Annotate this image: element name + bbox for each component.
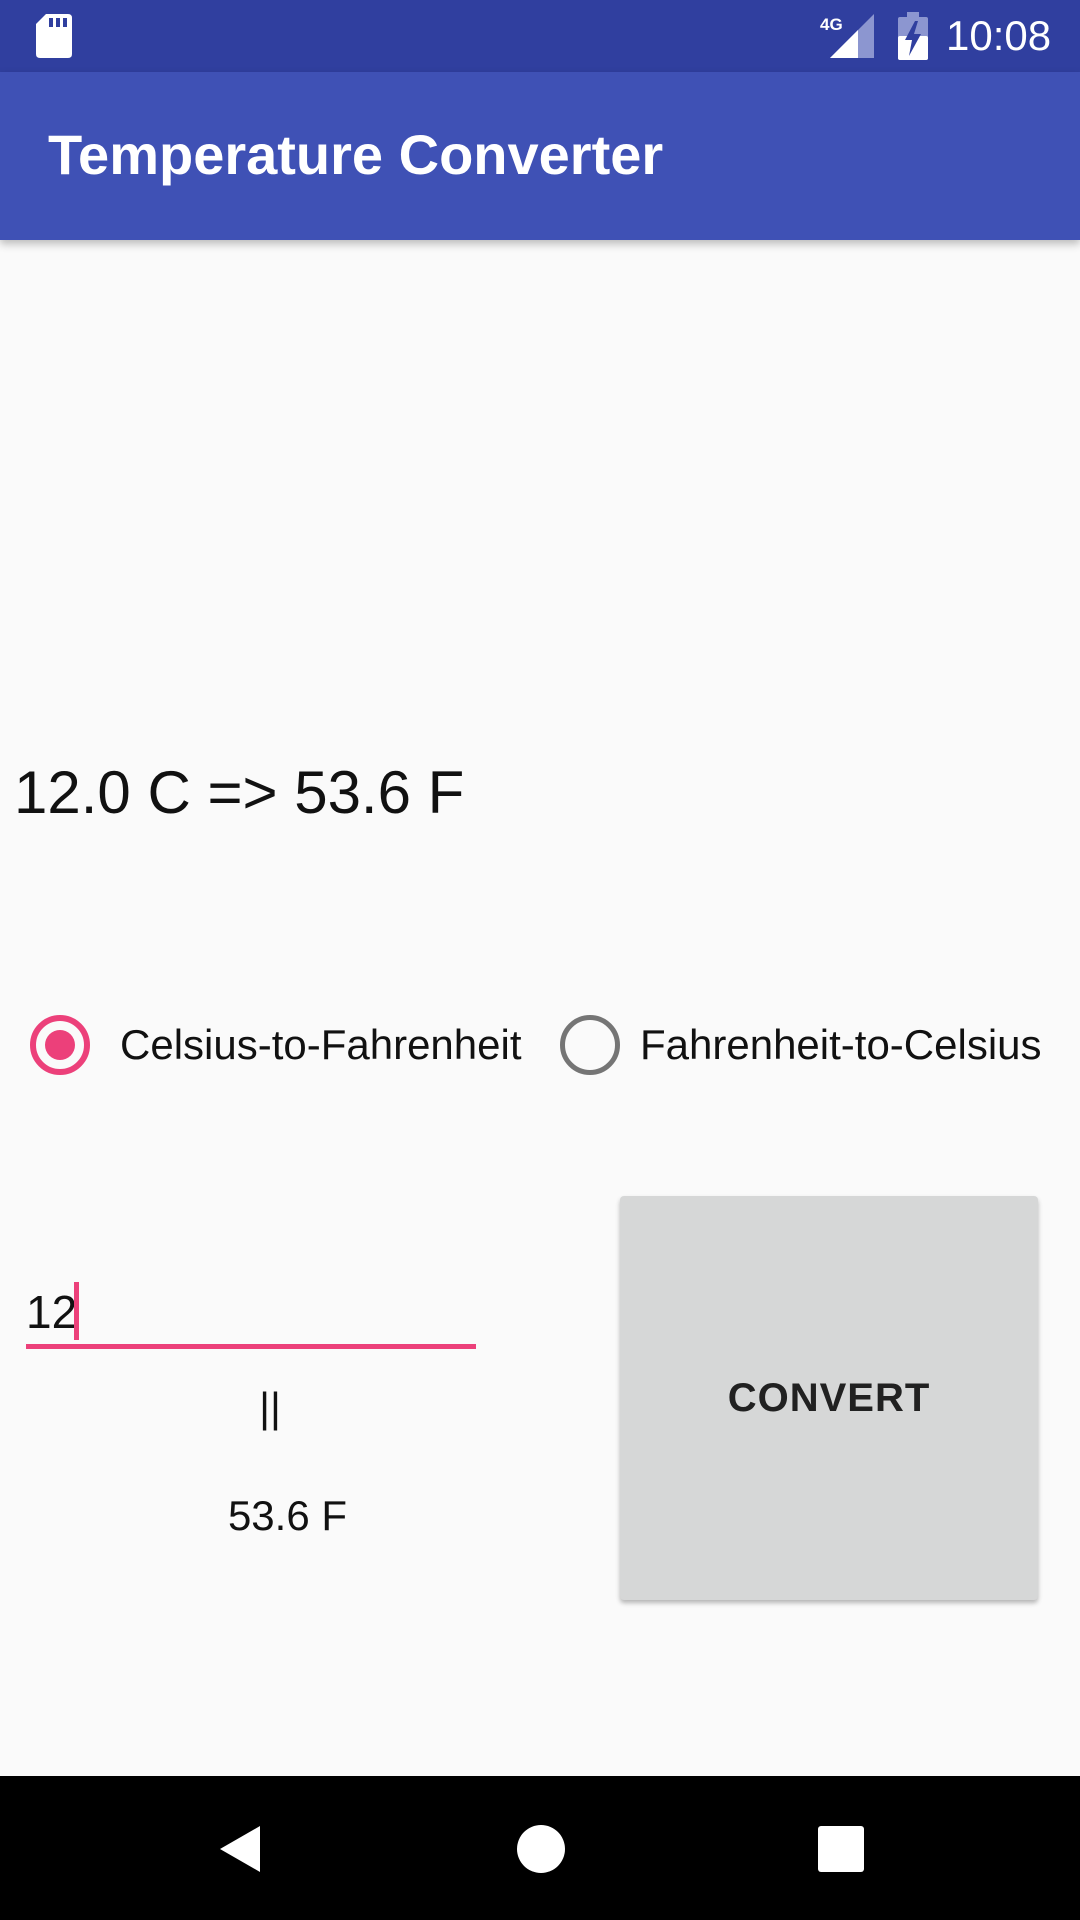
convert-button[interactable]: CONVERT bbox=[620, 1196, 1038, 1600]
clock: 10:08 bbox=[946, 12, 1052, 59]
signal-icon: 4G bbox=[820, 14, 874, 58]
radio-checked-icon[interactable] bbox=[30, 1015, 90, 1075]
radio-unchecked-icon[interactable] bbox=[560, 1015, 620, 1075]
output-value: 53.6 F bbox=[227, 1492, 348, 1539]
input-underline bbox=[26, 1344, 476, 1349]
radio-label-fahrenheit-to-celsius[interactable]: Fahrenheit-to-Celsius bbox=[640, 1020, 1042, 1070]
radio-label-celsius-to-fahrenheit[interactable]: Celsius-to-Fahrenheit bbox=[120, 1020, 522, 1070]
temperature-input-value[interactable]: 12 bbox=[26, 1284, 77, 1340]
text-cursor bbox=[74, 1282, 79, 1340]
app-title: Temperature Converter bbox=[48, 123, 664, 186]
back-icon[interactable] bbox=[216, 1824, 264, 1874]
recents-icon[interactable] bbox=[818, 1826, 864, 1872]
radio-fahrenheit-to-celsius[interactable]: Fahrenheit-to-Celsius bbox=[560, 1010, 1042, 1080]
network-type-label: 4G bbox=[820, 15, 843, 34]
convert-button-label[interactable]: CONVERT bbox=[728, 1376, 931, 1421]
conversion-result: 12.0 C => 53.6 F bbox=[14, 759, 465, 826]
temperature-input[interactable]: 12 bbox=[26, 1280, 476, 1350]
radio-celsius-to-fahrenheit[interactable]: Celsius-to-Fahrenheit bbox=[30, 1010, 522, 1080]
app-bar: Temperature Converter bbox=[0, 72, 1080, 240]
screen: 4G 10:08 Temperature Converter 12.0 C =>… bbox=[0, 0, 1080, 1920]
sd-card-icon bbox=[36, 14, 72, 58]
separator-label: || bbox=[259, 1384, 281, 1431]
battery-charging-icon bbox=[898, 12, 928, 60]
home-icon[interactable] bbox=[516, 1824, 566, 1874]
status-bar: 4G 10:08 bbox=[0, 0, 1080, 72]
